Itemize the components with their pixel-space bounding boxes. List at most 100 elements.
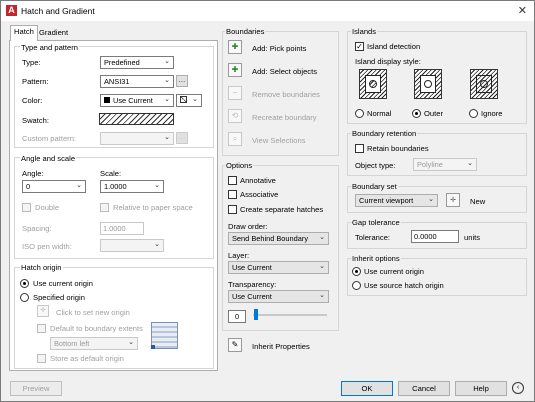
- transparency-slider-track[interactable]: [253, 314, 327, 316]
- chevron-down-icon: ⌄: [164, 134, 170, 141]
- view-selections-icon[interactable]: ⌕: [228, 132, 242, 146]
- pattern-select[interactable]: ANSI31 ⌄: [100, 75, 174, 88]
- collapse-more-options-icon[interactable]: ‹: [512, 382, 524, 394]
- preview-button[interactable]: Preview: [10, 381, 62, 396]
- store-default-origin-label: Store as default origin: [50, 354, 124, 363]
- annotative-label: Annotative: [240, 176, 276, 185]
- spacing-input[interactable]: 1.0000: [100, 222, 144, 235]
- transparency-input[interactable]: 0: [228, 310, 246, 323]
- transparency-select[interactable]: Use Current ⌄: [228, 290, 329, 303]
- pattern-swatch[interactable]: [99, 113, 174, 125]
- boundary-set-value: Current viewport: [359, 196, 414, 205]
- island-outer-preview-icon: [414, 69, 442, 99]
- inherit-properties-icon[interactable]: ✎: [228, 338, 242, 352]
- island-style-label: Island display style:: [355, 57, 421, 66]
- select-objects-icon[interactable]: ✚: [228, 63, 242, 77]
- separate-hatches-checkbox[interactable]: [228, 205, 237, 214]
- double-checkbox[interactable]: [22, 203, 31, 212]
- chevron-down-icon: ⌄: [164, 58, 170, 65]
- view-selections-label[interactable]: View Selections: [252, 136, 305, 145]
- angle-scale-label: Angle and scale: [20, 154, 77, 163]
- islands-label: Islands: [351, 27, 378, 36]
- type-pattern-label: Type and pattern: [20, 43, 79, 52]
- inherit-use-current-radio[interactable]: [352, 267, 361, 276]
- island-normal-label: Normal: [367, 109, 392, 118]
- island-detection-checkbox[interactable]: ✓: [355, 42, 364, 51]
- tolerance-input[interactable]: 0.0000: [411, 230, 459, 243]
- retain-boundaries-checkbox[interactable]: [355, 144, 364, 153]
- color-select[interactable]: Use Current ⌄: [100, 94, 174, 107]
- tab-gradient[interactable]: Gradient: [36, 27, 71, 40]
- boundary-extents-select[interactable]: Bottom left ⌄: [50, 337, 138, 350]
- remove-boundaries-label[interactable]: Remove boundaries: [252, 90, 320, 99]
- associative-checkbox[interactable]: [228, 190, 237, 199]
- object-type-select[interactable]: Polyline ⌄: [413, 158, 477, 171]
- set-origin-icon[interactable]: ✛: [37, 305, 49, 317]
- annotative-checkbox[interactable]: [228, 176, 237, 185]
- island-ignore-radio[interactable]: [469, 109, 478, 118]
- specified-origin-radio[interactable]: [20, 293, 29, 302]
- draw-order-select[interactable]: Send Behind Boundary ⌄: [228, 232, 329, 245]
- layer-value: Use Current: [232, 263, 272, 272]
- object-type-label: Object type:: [355, 161, 396, 170]
- island-normal-radio[interactable]: [355, 109, 364, 118]
- relative-paper-space-label: Relative to paper space: [113, 203, 193, 212]
- title-bar: A Hatch and Gradient ✕: [1, 1, 534, 21]
- chevron-down-icon: ⌄: [154, 241, 160, 248]
- ok-button[interactable]: OK: [341, 381, 393, 396]
- add-pick-points-label[interactable]: Add: Pick points: [252, 44, 306, 53]
- type-select[interactable]: Predefined ⌄: [100, 56, 174, 69]
- angle-select[interactable]: 0 ⌄: [22, 180, 86, 193]
- chevron-down-icon: ⌄: [319, 263, 325, 270]
- scale-label: Scale:: [100, 169, 122, 178]
- hatch-tab-panel: Type and pattern Type: Predefined ⌄ Patte…: [9, 40, 218, 371]
- window-title: Hatch and Gradient: [21, 6, 95, 16]
- store-default-origin-checkbox[interactable]: [37, 354, 46, 363]
- background-color-select[interactable]: ⌄: [176, 94, 202, 107]
- recreate-boundary-icon[interactable]: ⟲: [228, 109, 242, 123]
- recreate-boundary-label[interactable]: Recreate boundary: [252, 113, 317, 122]
- custom-pattern-browse-button[interactable]: …: [176, 132, 188, 144]
- color-label: Color:: [22, 96, 43, 105]
- remove-boundaries-icon[interactable]: −: [228, 86, 242, 100]
- transparency-slider-thumb[interactable]: [254, 309, 258, 320]
- island-outer-radio[interactable]: [412, 109, 421, 118]
- default-boundary-extents-checkbox[interactable]: [37, 324, 46, 333]
- cancel-button[interactable]: Cancel: [398, 381, 450, 396]
- tolerance-units-label: units: [464, 233, 481, 242]
- pick-points-icon[interactable]: ✚: [228, 40, 242, 54]
- layer-select[interactable]: Use Current ⌄: [228, 261, 329, 274]
- inherit-use-source-radio[interactable]: [352, 281, 361, 290]
- custom-pattern-select[interactable]: ⌄: [100, 132, 174, 145]
- transparency-value: Use Current: [232, 292, 272, 301]
- color-swatch-icon: [104, 97, 110, 103]
- inherit-properties-label[interactable]: Inherit Properties: [252, 342, 310, 351]
- boundary-set-select[interactable]: Current viewport ⌄: [355, 194, 438, 207]
- iso-pen-width-select[interactable]: ⌄: [100, 239, 164, 252]
- pattern-browse-button[interactable]: …: [176, 75, 188, 87]
- add-select-objects-label[interactable]: Add: Select objects: [252, 67, 317, 76]
- use-current-origin-label: Use current origin: [33, 279, 93, 288]
- scale-select[interactable]: 1.0000 ⌄: [100, 180, 164, 193]
- chevron-down-icon: ⌄: [319, 234, 325, 241]
- chevron-down-icon: ⌄: [164, 96, 170, 103]
- type-label: Type:: [22, 58, 41, 67]
- layer-label: Layer:: [228, 251, 250, 260]
- double-label: Double: [35, 203, 60, 212]
- tolerance-label: Tolerance:: [355, 233, 391, 242]
- use-current-origin-radio[interactable]: [20, 279, 29, 288]
- island-ignore-preview-icon: [470, 69, 498, 99]
- inherit-options-label: Inherit options: [351, 254, 401, 263]
- retain-boundaries-label: Retain boundaries: [367, 144, 429, 153]
- island-detection-label: Island detection: [367, 42, 421, 51]
- tab-hatch[interactable]: Hatch: [10, 25, 38, 41]
- click-set-origin-label: Click to set new origin: [56, 308, 130, 317]
- help-button[interactable]: Help: [455, 381, 507, 396]
- default-boundary-extents-label: Default to boundary extents: [50, 324, 143, 333]
- new-boundary-set-icon[interactable]: ✛: [446, 193, 460, 207]
- close-icon[interactable]: ✕: [518, 4, 527, 17]
- hatch-gradient-dialog: A Hatch and Gradient ✕ Hatch Gradient Ty…: [0, 0, 535, 402]
- boundary-extents-value: Bottom left: [54, 339, 90, 348]
- relative-paper-space-checkbox[interactable]: [100, 203, 109, 212]
- island-outer-label: Outer: [424, 109, 443, 118]
